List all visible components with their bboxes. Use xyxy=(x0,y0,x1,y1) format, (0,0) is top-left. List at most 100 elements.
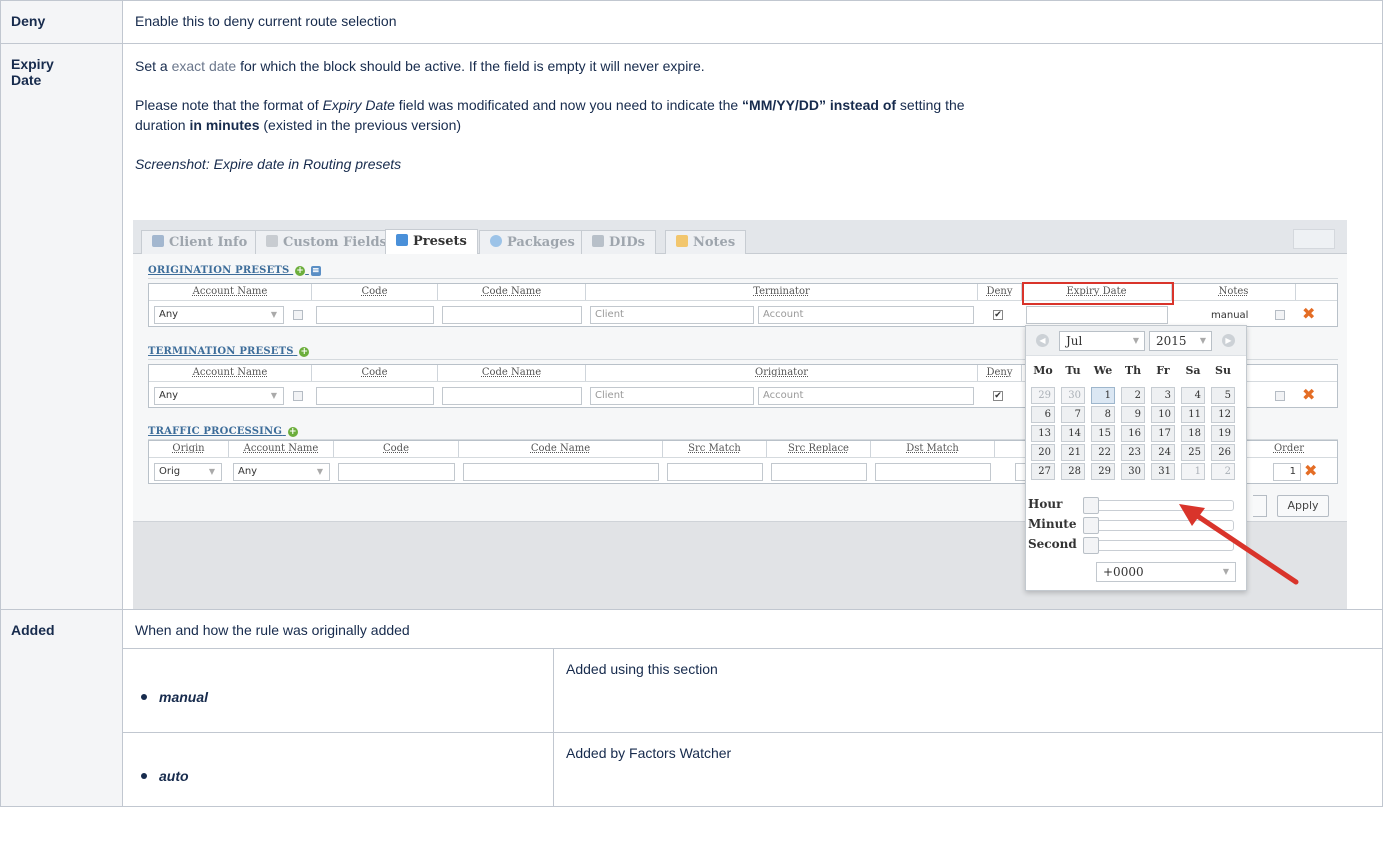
custom-fields-icon xyxy=(266,235,278,247)
tab-dids[interactable]: DIDs xyxy=(581,230,656,254)
header-text: Src Match xyxy=(688,443,741,454)
tab-packages[interactable]: Packages xyxy=(479,230,586,254)
tab-custom-fields[interactable]: Custom Fields xyxy=(255,230,398,254)
calendar-day[interactable]: 28 xyxy=(1061,463,1085,480)
traffic-account-select[interactable]: Any ▼ xyxy=(233,463,330,481)
delete-icon[interactable]: ✖ xyxy=(1302,306,1315,322)
add-origination-icon[interactable]: + xyxy=(295,266,306,276)
chevron-down-icon: ▼ xyxy=(270,391,277,400)
client-info-icon xyxy=(152,235,164,247)
calendar-day[interactable]: 5 xyxy=(1211,387,1235,404)
prev-month-icon[interactable]: ◀ xyxy=(1036,334,1049,347)
packages-icon xyxy=(490,235,502,247)
termination-code-name-input[interactable] xyxy=(442,387,582,405)
calendar-day[interactable]: 14 xyxy=(1061,425,1085,442)
delete-icon[interactable]: ✖ xyxy=(1304,463,1317,479)
calendar-day[interactable]: 2 xyxy=(1211,463,1235,480)
src-replace-input[interactable] xyxy=(771,463,867,481)
termination-deny-checkbox[interactable]: ✔ xyxy=(993,391,1003,401)
select-value: Orig xyxy=(159,466,181,477)
calendar-day[interactable]: 27 xyxy=(1031,463,1055,480)
header-text: Code Name xyxy=(481,367,542,378)
month-select[interactable]: Jul ▼ xyxy=(1059,331,1145,351)
calendar-day[interactable]: 22 xyxy=(1091,444,1115,461)
year-select[interactable]: 2015 ▼ xyxy=(1149,331,1212,351)
col-header-account-name: Account Name xyxy=(149,284,312,300)
account-picker-button[interactable] xyxy=(293,310,303,320)
slider-handle[interactable] xyxy=(1083,497,1099,514)
order-input[interactable]: 1 xyxy=(1273,463,1301,481)
calendar-day[interactable]: 21 xyxy=(1061,444,1085,461)
calendar-day[interactable]: 3 xyxy=(1151,387,1175,404)
termination-code-input[interactable] xyxy=(316,387,434,405)
calendar-day[interactable]: 2 xyxy=(1121,387,1145,404)
calendar-day[interactable]: 23 xyxy=(1121,444,1145,461)
add-termination-icon[interactable]: + xyxy=(299,347,310,357)
calendar-day[interactable]: 18 xyxy=(1181,425,1205,442)
header-text: Notes xyxy=(1218,286,1249,297)
date-picker-nav: ◀ Jul ▼ 2015 ▼ ▶ xyxy=(1026,326,1246,356)
list-icon[interactable]: ≡ xyxy=(310,266,321,276)
calendar-day[interactable]: 7 xyxy=(1061,406,1085,423)
termination-account-input[interactable]: Account xyxy=(758,387,974,405)
calendar-day[interactable]: 17 xyxy=(1151,425,1175,442)
tab-label: Packages xyxy=(507,235,575,250)
calendar-day[interactable]: 29 xyxy=(1091,463,1115,480)
calendar-day[interactable]: 16 xyxy=(1121,425,1145,442)
slider-handle[interactable] xyxy=(1083,537,1099,554)
text-span: for which the block should be active. If… xyxy=(236,58,705,74)
calendar-day[interactable]: 25 xyxy=(1181,444,1205,461)
select-value: Any xyxy=(159,309,179,320)
tab-bar: Client Info Custom Fields Presets Packag… xyxy=(133,220,1347,255)
origination-deny-checkbox[interactable]: ✔ xyxy=(993,310,1003,320)
weekday-sa: Sa xyxy=(1185,364,1201,377)
calendar-day[interactable]: 10 xyxy=(1151,406,1175,423)
calendar-day[interactable]: 26 xyxy=(1211,444,1235,461)
calendar-day[interactable]: 12 xyxy=(1211,406,1235,423)
exact-date-link[interactable]: exact date xyxy=(172,58,237,74)
calendar-day[interactable]: 11 xyxy=(1181,406,1205,423)
calendar-day[interactable]: 31 xyxy=(1151,463,1175,480)
section-title-text: TERMINATION PRESETS xyxy=(148,346,294,357)
dst-match-input[interactable] xyxy=(875,463,991,481)
notes-value: manual xyxy=(1211,310,1249,321)
calendar-day[interactable]: 8 xyxy=(1091,406,1115,423)
traffic-code-name-input[interactable] xyxy=(463,463,659,481)
calendar-day[interactable]: 1 xyxy=(1091,387,1115,404)
header-text: Origin xyxy=(172,443,205,454)
calendar-day[interactable]: 19 xyxy=(1211,425,1235,442)
calendar-day[interactable]: 6 xyxy=(1031,406,1055,423)
traffic-code-input[interactable] xyxy=(338,463,455,481)
origination-account-input[interactable]: Account xyxy=(758,306,974,324)
calendar-day[interactable]: 9 xyxy=(1121,406,1145,423)
tab-presets[interactable]: Presets xyxy=(385,229,478,255)
add-traffic-icon[interactable]: + xyxy=(287,427,298,437)
src-match-input[interactable] xyxy=(667,463,763,481)
termination-client-input[interactable]: Client xyxy=(590,387,754,405)
calendar-day[interactable]: 30 xyxy=(1061,387,1085,404)
calendar-day[interactable]: 29 xyxy=(1031,387,1055,404)
delete-icon[interactable]: ✖ xyxy=(1302,387,1315,403)
termination-account-select[interactable]: Any ▼ xyxy=(154,387,284,405)
calendar-day[interactable]: 24 xyxy=(1151,444,1175,461)
notes-edit-button[interactable] xyxy=(1275,391,1285,401)
origination-expiry-input[interactable] xyxy=(1026,306,1168,324)
account-picker-button[interactable] xyxy=(293,391,303,401)
section-title-text: ORIGINATION PRESETS xyxy=(148,265,290,276)
tab-client-info[interactable]: Client Info xyxy=(141,230,259,254)
origination-client-input[interactable]: Client xyxy=(590,306,754,324)
origination-code-input[interactable] xyxy=(316,306,434,324)
origin-select[interactable]: Orig ▼ xyxy=(154,463,222,481)
tab-notes[interactable]: Notes xyxy=(665,230,747,254)
calendar-day[interactable]: 4 xyxy=(1181,387,1205,404)
calendar-day[interactable]: 20 xyxy=(1031,444,1055,461)
calendar-day[interactable]: 1 xyxy=(1181,463,1205,480)
origination-account-select[interactable]: Any ▼ xyxy=(154,306,284,324)
calendar-day[interactable]: 13 xyxy=(1031,425,1055,442)
calendar-day[interactable]: 15 xyxy=(1091,425,1115,442)
notes-edit-button[interactable] xyxy=(1275,310,1285,320)
slider-handle[interactable] xyxy=(1083,517,1099,534)
origination-code-name-input[interactable] xyxy=(442,306,582,324)
calendar-day[interactable]: 30 xyxy=(1121,463,1145,480)
next-month-icon[interactable]: ▶ xyxy=(1222,334,1235,347)
